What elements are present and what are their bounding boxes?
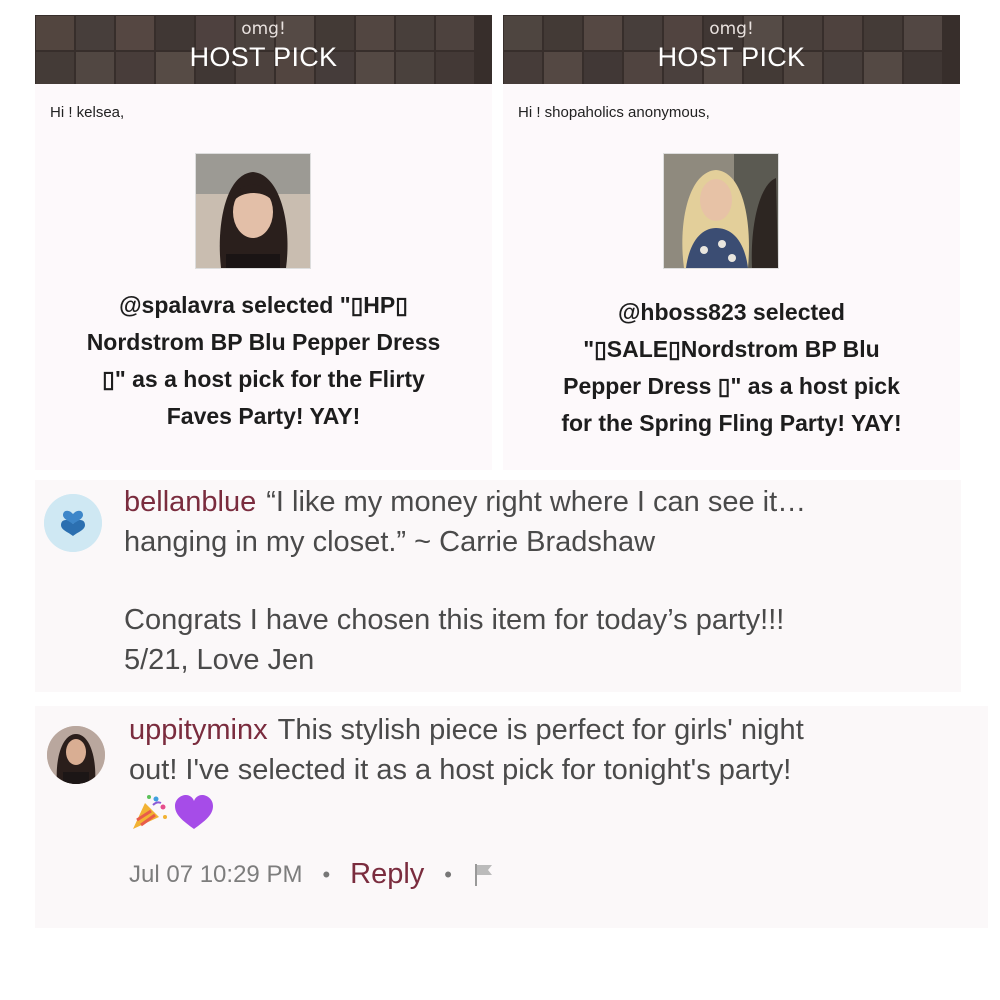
message-line: for the Spring Fling Party! YAY!: [561, 410, 902, 436]
blue-hearts-icon: [44, 494, 102, 552]
host-pick-title: HOST PICK: [657, 42, 806, 72]
host-pick-title: HOST PICK: [189, 42, 338, 72]
flag-icon[interactable]: [472, 862, 498, 888]
timestamp: Jul 07 10:29 PM: [129, 860, 303, 888]
comment-body: bellanblue “I like my money right where I…: [124, 482, 944, 680]
avatar[interactable]: [44, 494, 102, 552]
host-pick-card-shopaholics: omg! HOST PICK Hi ! shopaholics anonymou…: [503, 15, 960, 470]
comment-text: out! I've selected it as a host pick for…: [129, 754, 792, 786]
comment-text: Congrats I have chosen this item for tod…: [124, 604, 785, 636]
user-photo-icon: [47, 726, 105, 784]
reply-link[interactable]: Reply: [350, 858, 424, 891]
selector-avatar-photo[interactable]: [195, 153, 311, 269]
comment-bellanblue: bellanblue “I like my money right where I…: [35, 480, 961, 692]
message-line: Pepper Dress ▯" as a host pick: [563, 373, 900, 399]
host-pick-card-kelsea: omg! HOST PICK Hi ! kelsea, @spalavra se…: [35, 15, 492, 470]
host-pick-message: @hboss823 selected "▯SALE▯Nordstrom BP B…: [515, 294, 948, 442]
comment-username[interactable]: uppityminx: [129, 714, 268, 746]
message-line: Faves Party! YAY!: [166, 403, 361, 429]
message-line: @hboss823 selected: [618, 299, 845, 325]
omg-label: omg!: [709, 19, 754, 39]
message-line: Nordstrom BP Blu Pepper Dress: [86, 329, 441, 355]
selector-avatar-photo[interactable]: [663, 153, 779, 269]
comment-text: hanging in my closet.” ~ Carrie Bradshaw: [124, 526, 656, 558]
comment-meta: Jul 07 10:29 PM • Reply •: [129, 858, 498, 891]
comment-text: 5/21, Love Jen: [124, 644, 315, 676]
purple-heart-icon: [175, 795, 213, 829]
separator-dot: •: [444, 861, 452, 887]
comment-uppityminx: uppityminx This stylish piece is perfect …: [35, 706, 988, 928]
emoji-row: [129, 792, 979, 834]
comment-text: This stylish piece is perfect for girls'…: [277, 714, 804, 746]
avatar[interactable]: [47, 726, 105, 784]
party-popper-icon: [133, 795, 167, 829]
greeting-text: Hi ! kelsea,: [50, 104, 125, 121]
omg-label: omg!: [241, 19, 286, 39]
message-line: "▯SALE▯Nordstrom BP Blu: [583, 336, 880, 362]
separator-dot: •: [322, 861, 331, 887]
host-pick-message: @spalavra selected "▯HP▯ Nordstrom BP Bl…: [47, 287, 480, 435]
message-line: @spalavra selected "▯HP▯: [119, 292, 408, 318]
greeting-text: Hi ! shopaholics anonymous,: [518, 104, 710, 121]
message-line: ▯" as a host pick for the Flirty: [102, 366, 425, 392]
comment-username[interactable]: bellanblue: [124, 486, 256, 518]
host-pick-banner: omg! HOST PICK: [35, 15, 492, 84]
host-pick-banner: omg! HOST PICK: [503, 15, 960, 84]
comment-text: “I like my money right where I can see i…: [266, 486, 807, 518]
comment-body: uppityminx This stylish piece is perfect …: [129, 710, 979, 834]
